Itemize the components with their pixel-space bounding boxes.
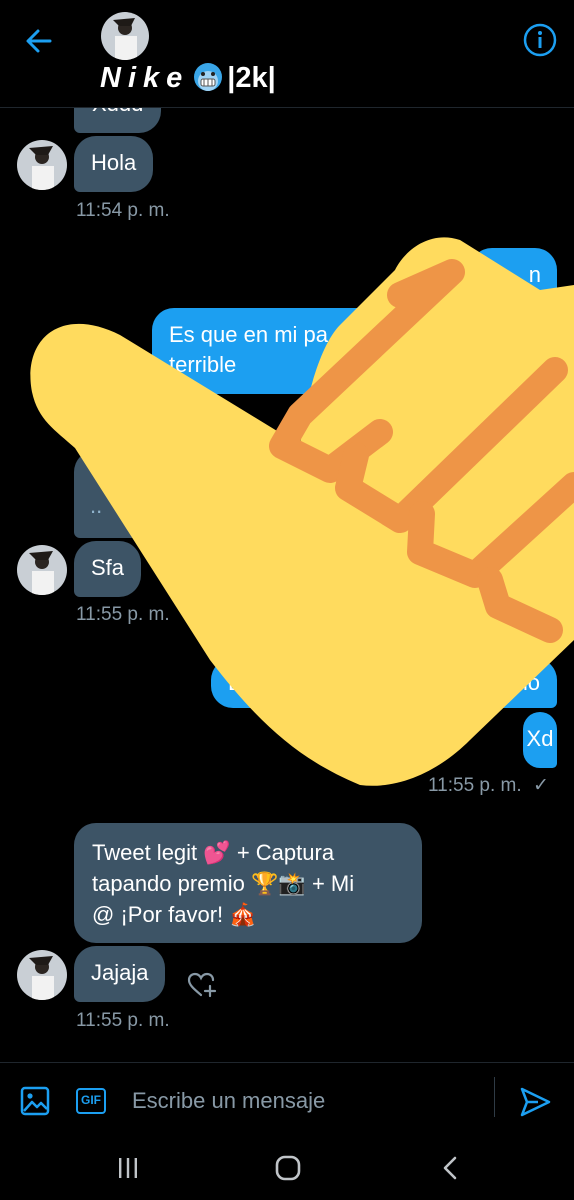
contact-suffix: |2k| — [227, 62, 276, 94]
circus-tent-emoji-icon: 🎪 — [229, 902, 257, 927]
home-icon[interactable] — [275, 1155, 301, 1181]
message-input[interactable] — [132, 1081, 472, 1121]
info-icon[interactable] — [522, 22, 558, 58]
header-avatar[interactable] — [101, 12, 149, 60]
image-icon[interactable] — [19, 1085, 51, 1117]
contact-name: Nike — [100, 62, 190, 94]
gif-button[interactable]: GIF — [76, 1088, 106, 1114]
send-icon[interactable] — [518, 1085, 552, 1119]
trophy-emoji-icon: 🏆 — [251, 871, 279, 896]
system-navigation-bar — [0, 1138, 574, 1200]
back-icon[interactable] — [440, 1155, 460, 1181]
message-bubble[interactable]: Jajaja — [74, 946, 166, 1002]
message-timestamp: 11:55 p. m. — [76, 1010, 170, 1031]
message-bubble[interactable]: Tweet legit 💕 + Captura tapando premio 🏆… — [74, 823, 422, 943]
back-arrow-icon[interactable] — [22, 24, 56, 58]
call-me-hand-sticker-icon — [30, 237, 574, 786]
message-composer: GIF — [0, 1062, 574, 1138]
sender-avatar[interactable] — [17, 950, 67, 1000]
conversation-title[interactable]: Nike |2k| — [100, 62, 276, 95]
cold-face-emoji-icon — [194, 63, 223, 91]
camera-flash-emoji-icon: 📸 — [278, 871, 306, 896]
two-hearts-emoji-icon: 💕 — [203, 840, 231, 865]
composer-divider — [494, 1077, 495, 1117]
recents-icon[interactable] — [116, 1156, 140, 1180]
conversation-header: Nike |2k| — [0, 0, 574, 108]
like-heart-add-icon[interactable] — [186, 970, 220, 1000]
